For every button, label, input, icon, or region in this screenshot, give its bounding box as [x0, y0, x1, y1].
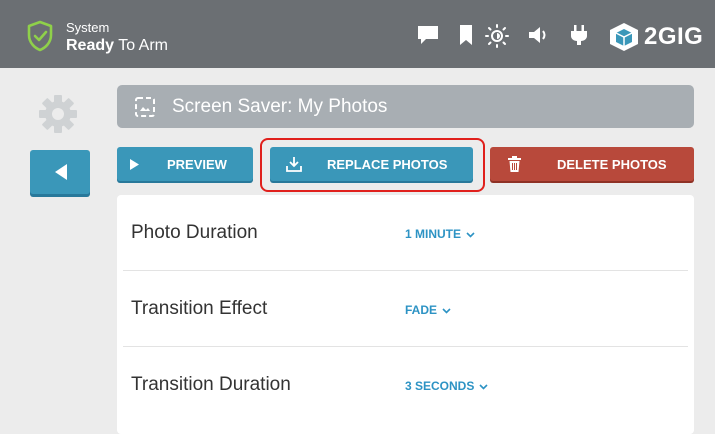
chevron-down-icon: [479, 384, 488, 390]
volume-icon[interactable]: [527, 24, 551, 46]
setting-value-dropdown[interactable]: 3 SECONDS: [405, 379, 488, 393]
page-title: Screen Saver: My Photos: [172, 96, 388, 117]
power-plug-icon[interactable]: [570, 24, 588, 46]
chevron-down-icon: [442, 308, 451, 314]
preview-button[interactable]: PREVIEW: [117, 147, 253, 181]
download-icon: [286, 157, 302, 172]
brand-name: 2GIG: [644, 23, 704, 50]
setting-row-photo-duration[interactable]: Photo Duration 1 MINUTE: [117, 195, 694, 271]
bookmark-icon[interactable]: [459, 24, 473, 46]
brightness-icon[interactable]: [485, 24, 509, 48]
setting-row-transition-effect[interactable]: Transition Effect FADE: [117, 271, 694, 347]
setting-value-dropdown[interactable]: 1 MINUTE: [405, 227, 475, 241]
setting-row-transition-duration[interactable]: Transition Duration 3 SECONDS: [117, 347, 694, 423]
message-icon[interactable]: [416, 24, 440, 46]
setting-value: 3 SECONDS: [405, 379, 475, 393]
delete-photos-button[interactable]: DELETE PHOTOS: [490, 147, 694, 181]
brand-logo-icon: [610, 23, 638, 51]
page-title-bar: Screen Saver: My Photos: [117, 85, 694, 128]
settings-panel: Photo Duration 1 MINUTE Transition Effec…: [117, 195, 694, 434]
settings-gear-icon[interactable]: [36, 92, 80, 136]
preview-label: PREVIEW: [167, 157, 227, 172]
play-icon: [130, 159, 139, 170]
back-arrow-icon: [55, 164, 67, 180]
setting-value: FADE: [405, 303, 438, 317]
trash-icon: [508, 156, 521, 172]
chevron-down-icon: [466, 232, 475, 238]
setting-value: 1 MINUTE: [405, 227, 462, 241]
setting-label: Transition Effect: [131, 298, 268, 319]
replace-photos-button[interactable]: REPLACE PHOTOS: [270, 147, 473, 181]
back-button[interactable]: [30, 150, 90, 194]
setting-value-dropdown[interactable]: FADE: [405, 303, 451, 317]
setting-label: Transition Duration: [131, 374, 291, 395]
replace-photos-label: REPLACE PHOTOS: [327, 157, 448, 172]
setting-label: Photo Duration: [131, 222, 258, 243]
delete-photos-label: DELETE PHOTOS: [557, 157, 667, 172]
screensaver-icon: [135, 97, 155, 117]
top-status-bar: System Ready To Arm 2GIG: [0, 0, 715, 68]
